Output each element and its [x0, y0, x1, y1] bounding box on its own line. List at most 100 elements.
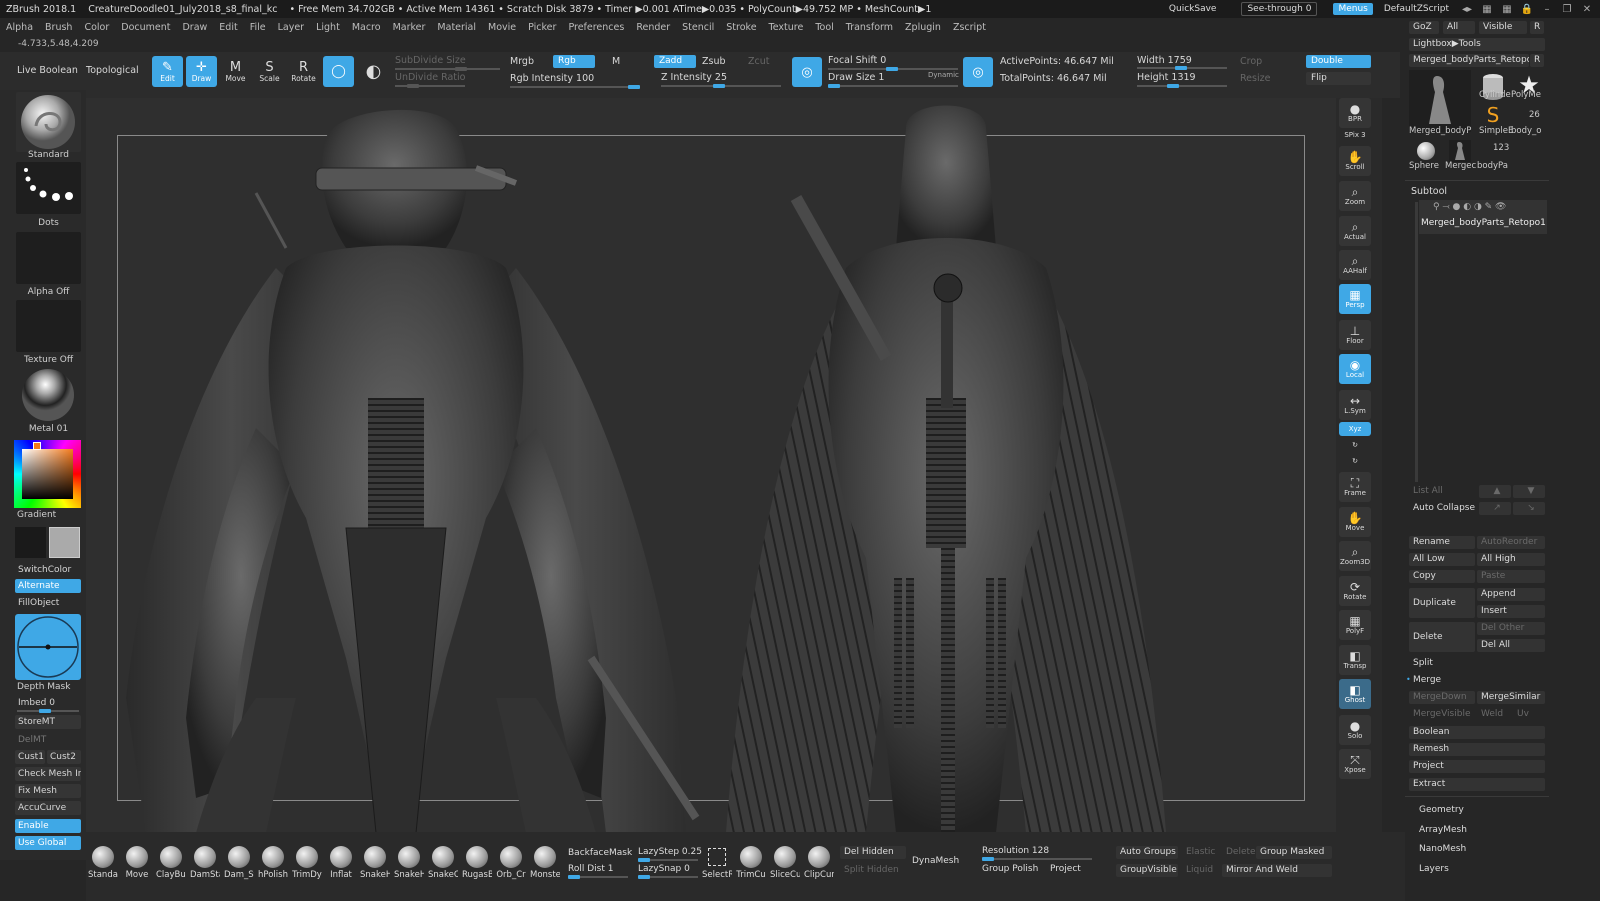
check-mesh-button[interactable]: Check Mesh In: [15, 767, 81, 781]
menu-layer[interactable]: Layer: [272, 22, 311, 33]
menu-alpha[interactable]: Alpha: [0, 22, 39, 33]
topological-button[interactable]: Topological: [86, 65, 139, 76]
depth-mask-widget[interactable]: [15, 614, 81, 680]
subdivide-size-slider[interactable]: SubDivide Size: [395, 55, 466, 66]
menus-button[interactable]: Menus: [1333, 3, 1373, 15]
goz-button[interactable]: GoZ: [1409, 21, 1439, 34]
geometry-section[interactable]: Geometry: [1415, 804, 1545, 817]
delmt-button[interactable]: DelMT: [15, 733, 81, 747]
rotate-button[interactable]: R Rotate: [288, 56, 319, 87]
spix-slider[interactable]: SPix 3: [1339, 128, 1371, 142]
focal-shift-picker-button[interactable]: ◎: [792, 57, 822, 87]
uv-toggle[interactable]: Uv: [1513, 708, 1545, 721]
sphere-thumbnail-icon[interactable]: [1417, 142, 1435, 160]
lock-icon[interactable]: 🔒: [1520, 4, 1534, 15]
imbed-slider[interactable]: Imbed 0: [15, 696, 81, 710]
live-boolean-button[interactable]: Live Boolean: [17, 65, 78, 76]
brush-move-button[interactable]: Move: [122, 846, 152, 880]
scroll-button[interactable]: ✋ Scroll: [1339, 146, 1371, 176]
paste-button[interactable]: Paste: [1477, 570, 1545, 583]
focal-shift-thumb[interactable]: [886, 67, 898, 71]
mergedown-button[interactable]: MergeDown: [1409, 691, 1475, 704]
minimize-icon[interactable]: –: [1540, 4, 1554, 15]
texture-thumbnail[interactable]: [16, 300, 81, 352]
goz-r-button[interactable]: R: [1530, 21, 1544, 34]
polyf-button[interactable]: ▦ PolyF: [1339, 610, 1371, 640]
rgb-intensity-thumb[interactable]: [628, 85, 640, 89]
default-zscript-button[interactable]: DefaultZScript: [1379, 3, 1454, 15]
brush-damstandard-button[interactable]: DamSta: [190, 846, 220, 880]
fillobject-button[interactable]: FillObject: [15, 596, 81, 610]
clipcurve-button[interactable]: ClipCur: [804, 846, 834, 880]
z-intensity-thumb[interactable]: [713, 84, 725, 88]
insert-button[interactable]: Insert: [1477, 605, 1545, 618]
mergesimilar-button[interactable]: MergeSimilar: [1477, 691, 1545, 704]
brush-hpolish-button[interactable]: hPolish: [258, 846, 288, 880]
height-thumb[interactable]: [1167, 84, 1179, 88]
split-section[interactable]: Split: [1409, 657, 1545, 670]
hue-marker[interactable]: [33, 442, 41, 450]
m-button[interactable]: M: [612, 56, 620, 67]
restore-icon[interactable]: ❐: [1560, 4, 1574, 15]
aahalf-button[interactable]: ⌕ AAHalf: [1339, 250, 1371, 280]
arrow-down-right-icon[interactable]: ↘: [1513, 502, 1545, 515]
copy-button[interactable]: Copy: [1409, 570, 1475, 583]
viewport-canvas[interactable]: [86, 98, 1336, 832]
use-global-button[interactable]: Use Global: [15, 836, 81, 850]
alternate-button[interactable]: Alternate: [15, 579, 81, 593]
menu-movie[interactable]: Movie: [482, 22, 522, 33]
primary-color-swatch[interactable]: [15, 527, 46, 558]
homepage-button[interactable]: ◐: [358, 56, 389, 87]
menu-stroke[interactable]: Stroke: [720, 22, 762, 33]
roll-dist-slider[interactable]: Roll Dist 1: [568, 864, 613, 874]
list-all-button[interactable]: List All: [1409, 485, 1477, 498]
menu-zscript[interactable]: Zscript: [947, 22, 992, 33]
brush-inflate-button[interactable]: Inflat: [326, 846, 356, 880]
draw-button[interactable]: ✛ Draw: [186, 56, 217, 87]
brush-monster-button[interactable]: Monste: [530, 846, 560, 880]
brush-snakehook-button[interactable]: SnakeH: [360, 846, 390, 880]
goz-all-button[interactable]: All: [1443, 21, 1475, 34]
resize-button[interactable]: Resize: [1240, 73, 1270, 84]
subtool-header[interactable]: Subtool: [1411, 186, 1447, 197]
floor-button[interactable]: ⊥ Floor: [1339, 320, 1371, 350]
rgb-intensity-track[interactable]: [510, 85, 640, 89]
brush-standard-button[interactable]: Standar: [88, 846, 118, 880]
simplebrush-icon[interactable]: S: [1481, 104, 1505, 126]
boolean-section[interactable]: Boolean: [1409, 726, 1545, 739]
append-button[interactable]: Append: [1477, 588, 1545, 601]
brush-snakehook2-button[interactable]: SnakeH: [394, 846, 424, 880]
dynamesh-project-toggle[interactable]: Project: [1050, 864, 1081, 874]
move-down-arrow-icon[interactable]: ▼: [1513, 485, 1545, 498]
persp-button[interactable]: ▦ Persp: [1339, 284, 1371, 314]
lazysnap-thumb[interactable]: [638, 875, 650, 879]
del-all-button[interactable]: Del All: [1477, 639, 1545, 652]
remesh-section[interactable]: Remesh: [1409, 743, 1545, 756]
mirror-and-weld-button[interactable]: Mirror And Weld: [1222, 864, 1332, 877]
menu-zplugin[interactable]: Zplugin: [899, 22, 947, 33]
brush-thumbnail[interactable]: [16, 92, 81, 152]
roll-dist-thumb[interactable]: [568, 875, 580, 879]
tool-r-button[interactable]: R: [1530, 54, 1544, 67]
rgb-intensity-slider[interactable]: Rgb Intensity 100: [510, 73, 594, 84]
fix-mesh-button[interactable]: Fix Mesh: [15, 784, 81, 798]
layers-section[interactable]: Layers: [1415, 863, 1545, 876]
close-icon[interactable]: ✕: [1580, 4, 1594, 15]
focal-shift-track[interactable]: [828, 67, 958, 71]
layout-alt-icon[interactable]: ▦: [1500, 4, 1514, 15]
lsym-button[interactable]: ↔ L.Sym: [1339, 390, 1371, 420]
menu-texture[interactable]: Texture: [763, 22, 810, 33]
layout-icon[interactable]: ▦: [1480, 4, 1494, 15]
actual-button[interactable]: ⌕ Actual: [1339, 216, 1371, 246]
nanomesh-section[interactable]: NanoMesh: [1415, 843, 1545, 856]
merged-thumbnail[interactable]: [1449, 140, 1471, 162]
storemt-button[interactable]: StoreMT: [15, 715, 81, 729]
undivide-ratio-track[interactable]: [395, 84, 465, 88]
menu-macro[interactable]: Macro: [346, 22, 387, 33]
all-high-button[interactable]: All High: [1477, 553, 1545, 566]
sculptris-pro-button[interactable]: ◯: [323, 56, 354, 87]
menu-document[interactable]: Document: [115, 22, 176, 33]
subtool-scrollbar[interactable]: [1415, 202, 1418, 482]
delete-toggle[interactable]: Delete: [1226, 847, 1256, 857]
menu-edit[interactable]: Edit: [213, 22, 243, 33]
